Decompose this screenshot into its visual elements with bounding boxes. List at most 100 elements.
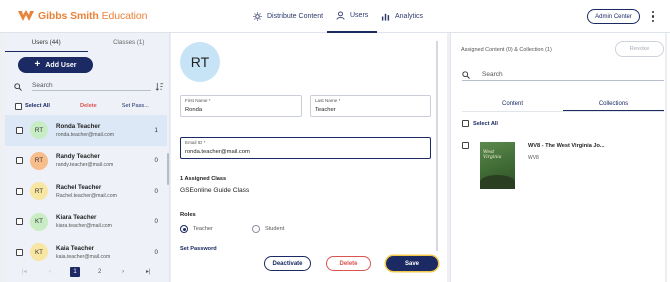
user-row[interactable]: KT Kiara Teacher kiara.teacher@mail.com 0: [5, 207, 167, 238]
user-class-count: 1: [154, 126, 158, 134]
first-name-label: First Name *: [185, 98, 211, 103]
users-tabs: Users (44) Classes (1): [5, 33, 170, 52]
search-icon: [462, 70, 470, 79]
last-name-label: Last Name *: [315, 98, 341, 103]
detail-scrollbar[interactable]: [436, 41, 438, 251]
select-all-checkbox[interactable]: [15, 102, 22, 110]
save-button[interactable]: Save: [386, 256, 438, 271]
roles-heading: Roles: [180, 212, 196, 218]
avatar: RT: [30, 182, 48, 201]
user-row[interactable]: KT Kaia Teacher kaia.teacher@mail.com 0: [5, 237, 167, 268]
user-row[interactable]: RT Ronda Teacher ronda.teacher@mail.com 1: [5, 115, 167, 146]
user-list-scrollbar[interactable]: [167, 153, 169, 185]
pagination: |◂ ‹ 1 2 › ▸|: [5, 266, 167, 277]
top-bar: Gibbs Smith Education Distribute Content…: [0, 0, 670, 33]
brand-name: Gibbs Smith Education: [38, 10, 148, 22]
user-checkbox[interactable]: [16, 126, 23, 134]
user-row[interactable]: RT Randy Teacher randy.teacher@mail.com 0: [5, 146, 167, 177]
user-list: RT Ronda Teacher ronda.teacher@mail.com 1…: [5, 115, 167, 268]
last-name-value: Teacher: [315, 107, 336, 113]
nav-distribute-content[interactable]: Distribute Content: [253, 0, 323, 33]
more-options-icon[interactable]: [651, 11, 655, 22]
user-class-count: 0: [154, 248, 158, 256]
collection-title[interactable]: WV8 - The West Virginia Jo...: [528, 143, 605, 149]
email-value: ronda.teacher@mail.com: [185, 149, 250, 155]
select-all-checkbox[interactable]: [462, 120, 469, 127]
select-all-label[interactable]: Select All: [25, 103, 50, 109]
first-name-value: Ronda: [185, 107, 203, 113]
users-panel: Users (44) Classes (1) + Add User Search…: [5, 33, 170, 282]
avatar: KT: [30, 212, 48, 231]
search-icon: [14, 82, 22, 91]
user-checkbox[interactable]: [16, 187, 23, 195]
user-name: Kiara Teacher: [56, 214, 97, 222]
user-class-count: 0: [154, 187, 158, 195]
avatar: RT: [30, 151, 48, 170]
tab-classes[interactable]: Classes (1): [88, 33, 171, 52]
user-class-count: 0: [154, 157, 158, 165]
radio-selected-icon: [180, 225, 188, 233]
user-name: Rachel Teacher: [56, 183, 102, 191]
role-student-label: Student: [265, 226, 285, 232]
user-email: randy.teacher@mail.com: [56, 162, 114, 169]
user-email: kiara.teacher@mail.com: [56, 223, 113, 230]
sun-icon: [253, 12, 262, 21]
collection-checkbox[interactable]: [462, 142, 469, 149]
first-page-button[interactable]: |◂: [22, 268, 27, 275]
sort-icon[interactable]: [155, 82, 164, 91]
user-checkbox[interactable]: [16, 218, 23, 226]
user-name: Randy Teacher: [56, 153, 100, 161]
content-search-input[interactable]: Search: [482, 71, 503, 78]
nav-users[interactable]: Users: [327, 0, 378, 33]
user-avatar-large: RT: [180, 42, 220, 82]
content-tabs: Content Collections: [462, 97, 664, 112]
user-email: kaia.teacher@mail.com: [56, 253, 111, 260]
page-1-button[interactable]: 1: [70, 266, 80, 277]
email-field[interactable]: Email ID * ronda.teacher@mail.com: [180, 137, 431, 159]
content-search: Search: [462, 69, 664, 81]
role-teacher-label: Teacher: [193, 226, 213, 232]
content-scrollbar[interactable]: [665, 33, 667, 282]
collections-select-all[interactable]: Select All: [462, 120, 498, 127]
email-label: Email ID *: [185, 140, 206, 145]
nav-label: Distribute Content: [267, 13, 324, 20]
brand-logo[interactable]: Gibbs Smith Education: [18, 10, 147, 22]
delete-user-button[interactable]: Delete: [326, 256, 371, 271]
next-page-button[interactable]: ›: [122, 269, 124, 275]
user-checkbox[interactable]: [16, 157, 23, 165]
set-password-link[interactable]: Set Password: [180, 246, 217, 252]
tab-content[interactable]: Content: [462, 97, 563, 111]
plus-icon: +: [34, 59, 41, 70]
first-name-field[interactable]: First Name * Ronda: [180, 95, 302, 117]
revoke-button[interactable]: Revoke: [615, 41, 664, 57]
tab-collections[interactable]: Collections: [563, 97, 664, 111]
last-name-field[interactable]: Last Name * Teacher: [310, 95, 431, 117]
radio-unselected-icon: [252, 225, 260, 233]
bulk-actions-row: Select All Delete Set Pass...: [15, 101, 167, 111]
set-password-link[interactable]: Set Pass...: [122, 103, 149, 109]
admin-center-button[interactable]: Admin Center: [587, 9, 640, 24]
logo-mark-icon: [18, 10, 34, 21]
nav-analytics[interactable]: Analytics: [381, 0, 423, 33]
book-cover-image: West Virginia: [480, 142, 515, 189]
assigned-class-name: GSEonline Guide Class: [180, 187, 250, 194]
user-email: ronda.teacher@mail.com: [56, 131, 115, 138]
page-2-button[interactable]: 2: [98, 269, 101, 275]
nav-label: Analytics: [395, 13, 424, 20]
assigned-content-heading: Assigned Content (0) & Collection (1): [461, 47, 552, 53]
add-user-button[interactable]: + Add User: [18, 57, 93, 73]
prev-page-button[interactable]: ‹: [49, 269, 51, 275]
select-all-label: Select All: [473, 120, 498, 127]
add-user-label: Add User: [45, 61, 77, 69]
deactivate-button[interactable]: Deactivate: [264, 256, 311, 271]
user-row[interactable]: RT Rachel Teacher Rachel.teacher@mail.com…: [5, 176, 167, 207]
nav-label: Users: [350, 12, 369, 19]
assigned-content-panel: Assigned Content (0) & Collection (1) Re…: [450, 33, 670, 282]
tab-users[interactable]: Users (44): [5, 33, 88, 52]
search-input[interactable]: Search: [32, 82, 151, 91]
delete-users-link[interactable]: Delete: [80, 103, 97, 109]
role-student-radio[interactable]: Student: [252, 225, 284, 233]
last-page-button[interactable]: ▸|: [146, 268, 151, 275]
user-checkbox[interactable]: [16, 248, 23, 256]
role-teacher-radio[interactable]: Teacher: [180, 225, 213, 233]
